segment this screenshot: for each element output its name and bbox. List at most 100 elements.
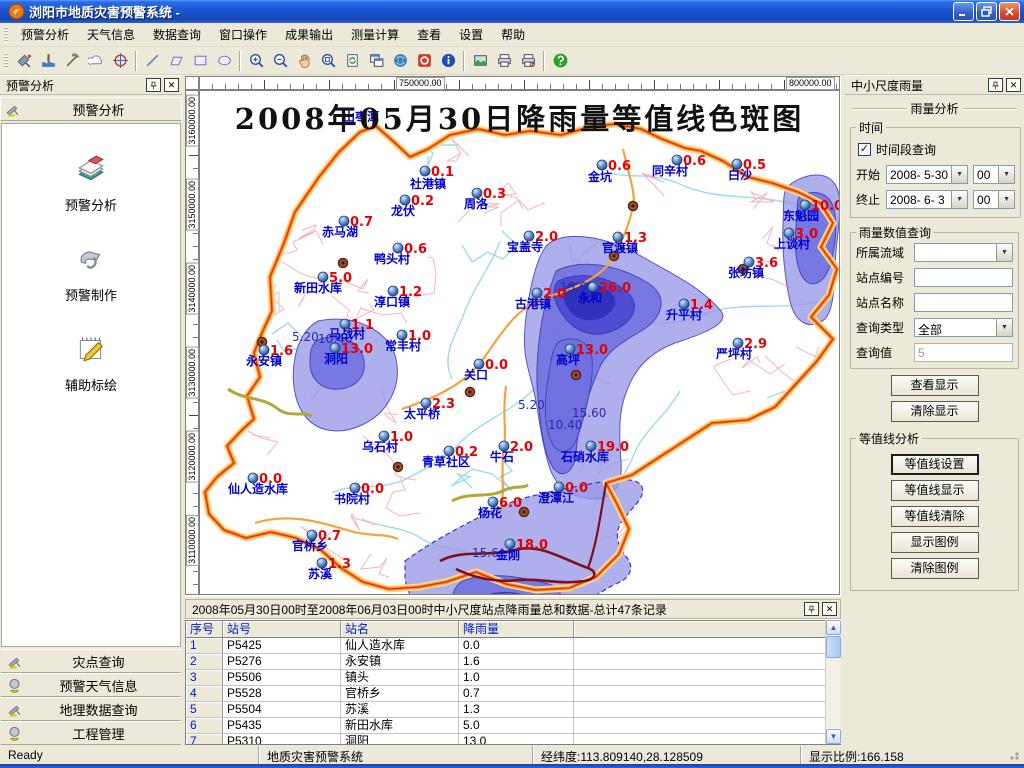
- draw-polygon-icon[interactable]: [164, 49, 188, 73]
- globe-view-icon[interactable]: [388, 49, 412, 73]
- time-range-checkbox[interactable]: ✓: [858, 143, 871, 156]
- col-header[interactable]: 序号: [186, 621, 223, 638]
- pin-icon[interactable]: [804, 602, 819, 616]
- menu-help[interactable]: 帮助: [492, 23, 534, 46]
- query-type-select[interactable]: 全部 ▼: [914, 318, 1013, 337]
- warning-analysis-icon[interactable]: [12, 49, 36, 73]
- weather-cloud-icon[interactable]: [84, 49, 108, 73]
- left-panel-bottom-bars: 灾点查询 预警天气信息 地理数据查询 工程管理: [1, 649, 181, 745]
- menu-grip[interactable]: [4, 27, 8, 43]
- menu-view[interactable]: 查看: [408, 23, 450, 46]
- stop-icon[interactable]: [412, 49, 436, 73]
- station-name-input[interactable]: [914, 293, 1013, 312]
- chevron-down-icon[interactable]: ▼: [996, 319, 1012, 336]
- end-date-select[interactable]: 2008- 6- 3 ▼: [886, 190, 968, 209]
- table-row[interactable]: 6P5435新田水库5.0: [186, 718, 840, 734]
- toolbar-grip[interactable]: [4, 53, 8, 69]
- menu-result-output[interactable]: 成果输出: [276, 23, 342, 46]
- query-value-input[interactable]: 5: [914, 343, 1013, 362]
- locate-crosshair-icon[interactable]: [108, 49, 132, 73]
- table-row[interactable]: 2P5276永安镇1.6: [186, 654, 840, 670]
- close-panel-icon[interactable]: ✕: [164, 78, 179, 92]
- rainfall-contour-map[interactable]: 5.2010.4015.605.2015.6010.4015.6山枣潭0.1社港…: [200, 91, 839, 594]
- menu-settings[interactable]: 设置: [450, 23, 492, 46]
- station-marker[interactable]: [420, 166, 430, 176]
- nav-item-warning-make[interactable]: 预警制作: [2, 242, 180, 304]
- help-icon[interactable]: [548, 49, 572, 73]
- contour-show-button[interactable]: 等值线显示: [891, 480, 979, 501]
- table-header: 序号 站号 站名 降雨量: [186, 621, 840, 638]
- nav-item-aux-draw[interactable]: 辅助标绘: [2, 332, 180, 394]
- bar-project-manage[interactable]: 工程管理: [1, 721, 181, 745]
- chevron-down-icon[interactable]: ▼: [998, 191, 1014, 208]
- station-name-label: 杨花: [478, 505, 502, 520]
- clear-legend-button[interactable]: 清除图例: [891, 558, 979, 579]
- refresh-view-icon[interactable]: [340, 49, 364, 73]
- info-icon[interactable]: [436, 49, 460, 73]
- chevron-down-icon[interactable]: ▼: [951, 166, 967, 183]
- scroll-thumb[interactable]: [826, 636, 841, 658]
- contour-clear-button[interactable]: 等值线清除: [891, 506, 979, 527]
- col-header[interactable]: 站名: [341, 621, 459, 638]
- pan-hand-icon[interactable]: [292, 49, 316, 73]
- nav-item-warning-analysis[interactable]: 预警分析: [2, 152, 180, 214]
- section-header[interactable]: 预警分析: [0, 97, 182, 121]
- menu-weather-info[interactable]: 天气信息: [78, 23, 144, 46]
- station-marker[interactable]: [597, 160, 607, 170]
- restore-button[interactable]: [976, 2, 997, 21]
- bar-warning-weather[interactable]: 预警天气信息: [1, 673, 181, 697]
- menu-data-query[interactable]: 数据查询: [144, 23, 210, 46]
- print-icon[interactable]: [492, 49, 516, 73]
- view-display-button[interactable]: 查看显示: [891, 375, 979, 396]
- bar-disaster-query[interactable]: 灾点查询: [1, 649, 181, 673]
- geology-pick-icon[interactable]: [60, 49, 84, 73]
- table-scrollbar[interactable]: ▲ ▼: [825, 620, 841, 744]
- pin-icon[interactable]: [988, 78, 1003, 92]
- zoom-extent-icon[interactable]: [316, 49, 340, 73]
- chevron-down-icon[interactable]: ▼: [951, 191, 967, 208]
- show-legend-button[interactable]: 显示图例: [891, 532, 979, 553]
- checkbox-label: 时间段查询: [876, 141, 936, 158]
- table-row[interactable]: 7P5310洞阳13.0: [186, 734, 840, 745]
- legend-image-icon[interactable]: [468, 49, 492, 73]
- draw-ellipse-icon[interactable]: [212, 49, 236, 73]
- close-panel-icon[interactable]: ✕: [1006, 78, 1021, 92]
- col-header[interactable]: 降雨量: [459, 621, 574, 638]
- draw-rectangle-icon[interactable]: [188, 49, 212, 73]
- print-preview-icon[interactable]: [516, 49, 540, 73]
- bar-geo-data-query[interactable]: 地理数据查询: [1, 697, 181, 721]
- cascade-windows-icon[interactable]: [364, 49, 388, 73]
- table-row[interactable]: 3P5506镇头1.0: [186, 670, 840, 686]
- contour-settings-button[interactable]: 等值线设置: [891, 454, 979, 475]
- zoom-out-icon[interactable]: [268, 49, 292, 73]
- map-canvas[interactable]: 5.2010.4015.605.2015.6010.4015.6山枣潭0.1社港…: [199, 90, 840, 595]
- start-hour-select[interactable]: 00 ▼: [973, 165, 1015, 184]
- close-panel-icon[interactable]: ✕: [822, 602, 837, 616]
- minimize-button[interactable]: [953, 2, 974, 21]
- pin-icon[interactable]: [146, 78, 161, 92]
- chevron-down-icon[interactable]: ▼: [996, 244, 1012, 261]
- flood-survey-icon[interactable]: [36, 49, 60, 73]
- scroll-down-icon[interactable]: ▼: [826, 729, 841, 744]
- menu-measure[interactable]: 测量计算: [342, 23, 408, 46]
- start-date-select[interactable]: 2008- 5-30 ▼: [886, 165, 968, 184]
- station-name-label: 白沙: [728, 167, 752, 182]
- chevron-down-icon[interactable]: ▼: [998, 166, 1014, 183]
- close-button[interactable]: [999, 2, 1020, 21]
- draw-line-icon[interactable]: [140, 49, 164, 73]
- station-name-label: 宝盖寺: [507, 239, 543, 254]
- resize-grip[interactable]: [1008, 746, 1024, 764]
- scroll-up-icon[interactable]: ▲: [826, 620, 841, 635]
- clear-display-button[interactable]: 清除显示: [891, 401, 979, 422]
- table-row[interactable]: 5P5504苏溪1.3: [186, 702, 840, 718]
- menu-warning-analysis[interactable]: 预警分析: [12, 23, 78, 46]
- contour-value-label: 5.20: [518, 398, 545, 412]
- table-row[interactable]: 1P5425仙人造水库0.0: [186, 638, 840, 654]
- table-row[interactable]: 4P5528官桥乡0.7: [186, 686, 840, 702]
- zoom-in-icon[interactable]: [244, 49, 268, 73]
- basin-select[interactable]: ▼: [914, 243, 1013, 262]
- menu-window-ops[interactable]: 窗口操作: [210, 23, 276, 46]
- station-code-input[interactable]: [914, 268, 1013, 287]
- col-header[interactable]: 站号: [223, 621, 341, 638]
- end-hour-select[interactable]: 00 ▼: [973, 190, 1015, 209]
